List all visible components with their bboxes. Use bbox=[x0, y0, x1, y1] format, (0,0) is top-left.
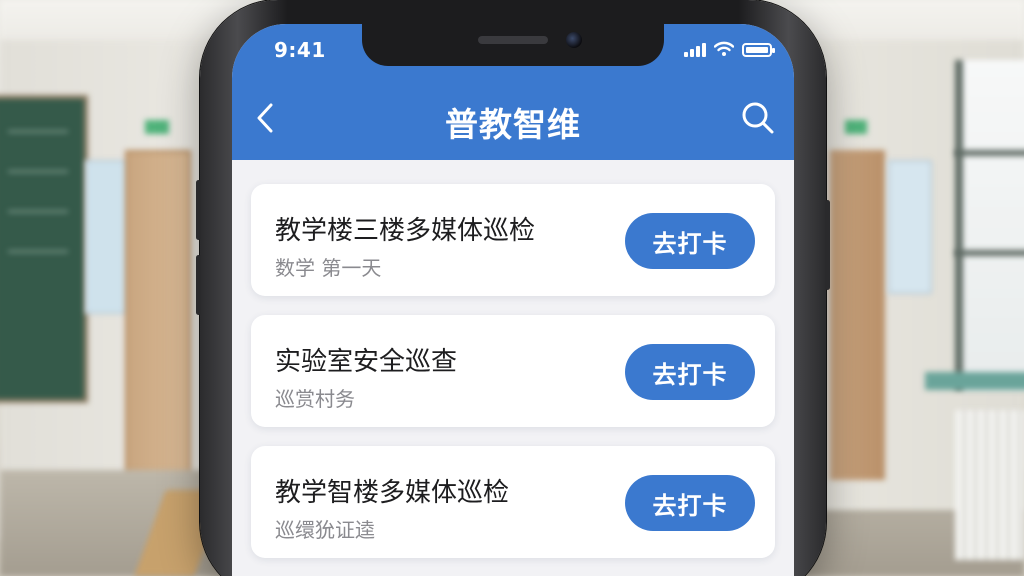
checkin-button[interactable]: 去打卡 bbox=[625, 475, 755, 531]
phone-device: 9:41 普教智维 教学楼三楼多媒体巡检 数学 第一天 去打卡 实验室安全巡查 … bbox=[196, 0, 830, 576]
status-icons bbox=[684, 41, 775, 57]
task-card[interactable]: 教学楼三楼多媒体巡检 数学 第一天 去打卡 bbox=[251, 184, 775, 296]
checkin-button[interactable]: 去打卡 bbox=[625, 344, 755, 400]
volume-button bbox=[196, 180, 201, 240]
task-subtitle: 巡缳狁证逵 bbox=[275, 518, 375, 542]
phone-screen: 9:41 普教智维 教学楼三楼多媒体巡检 数学 第一天 去打卡 实验室安全巡查 … bbox=[232, 24, 794, 576]
page-title: 普教智维 bbox=[445, 105, 581, 144]
task-subtitle: 数学 第一天 bbox=[275, 256, 382, 280]
front-camera bbox=[566, 32, 582, 48]
task-subtitle: 巡赏村务 bbox=[275, 387, 355, 411]
task-title: 教学智楼多媒体巡检 bbox=[275, 478, 510, 508]
speaker-grille bbox=[478, 36, 548, 44]
search-icon bbox=[742, 102, 774, 134]
volume-button bbox=[196, 255, 201, 315]
power-button bbox=[825, 200, 830, 290]
search-button[interactable] bbox=[740, 100, 776, 136]
task-card[interactable]: 教学智楼多媒体巡检 巡缳狁证逵 去打卡 bbox=[251, 446, 775, 558]
signal-icon bbox=[684, 41, 706, 57]
task-title: 教学楼三楼多媒体巡检 bbox=[275, 216, 536, 246]
status-time: 9:41 bbox=[274, 38, 326, 62]
notch bbox=[362, 24, 664, 66]
checkin-button[interactable]: 去打卡 bbox=[625, 213, 755, 269]
battery-icon bbox=[742, 43, 775, 57]
task-title: 实验室安全巡查 bbox=[275, 347, 458, 377]
task-card[interactable]: 实验室安全巡查 巡赏村务 去打卡 bbox=[251, 315, 775, 427]
wifi-icon bbox=[714, 41, 734, 56]
